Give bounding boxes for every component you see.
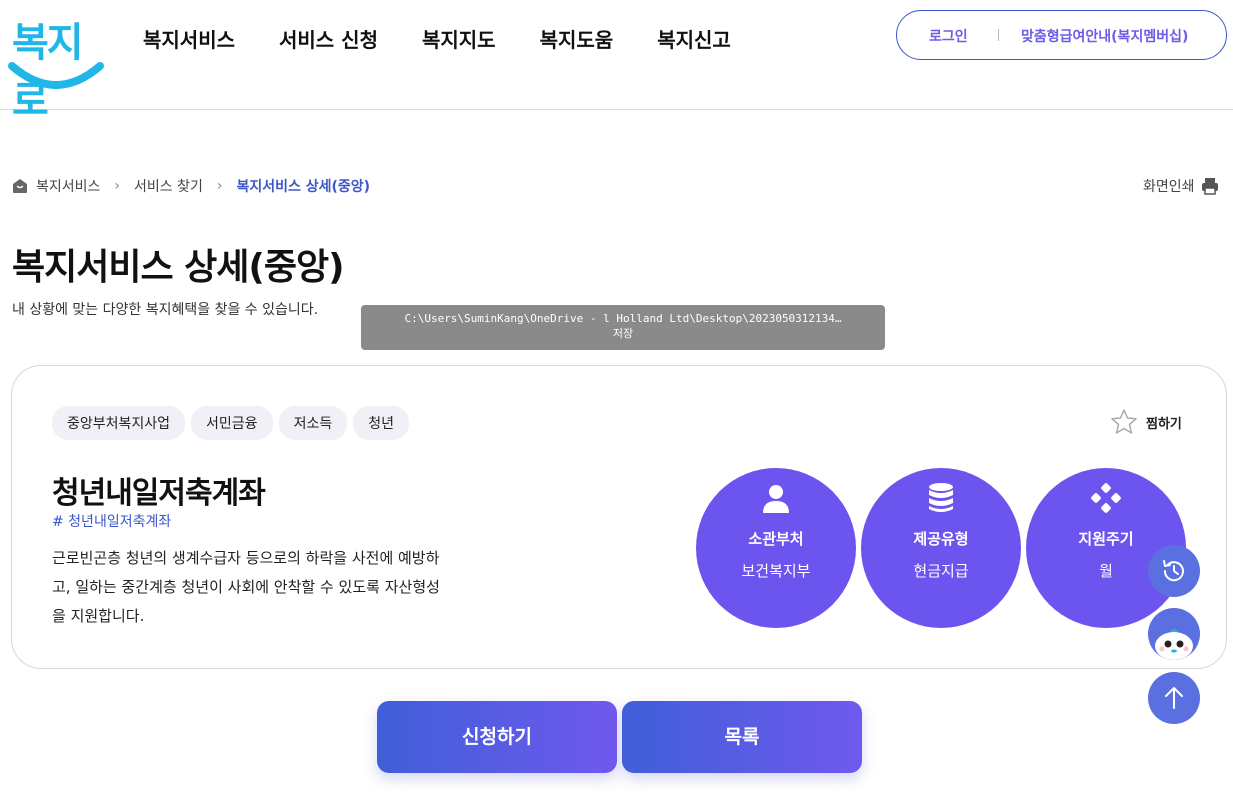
site-header: 복지로 복지서비스 서비스 신청 복지지도 복지도움 복지신고 로그인 맞춤형급…: [0, 0, 1233, 124]
page-description: 내 상황에 맞는 다양한 복지혜택을 찾을 수 있습니다.: [12, 302, 319, 318]
tooltip-path: C:\Users\SuminKang\OneDrive - l Holland …: [404, 312, 842, 325]
printer-icon: [1201, 178, 1218, 195]
tag[interactable]: 청년: [353, 406, 409, 440]
breadcrumb: 복지서비스 › 서비스 찾기 › 복지서비스 상세(중앙): [12, 176, 370, 196]
nav-welfare-report[interactable]: 복지신고: [657, 24, 731, 53]
tag[interactable]: 서민금융: [191, 406, 273, 440]
tag[interactable]: 저소득: [278, 406, 348, 440]
chatbot-mascot-icon: [1155, 629, 1193, 660]
logo-smile-icon: [8, 62, 104, 89]
service-card: 중앙부처복지사업 서민금융 저소득 청년 찜하기 청년내일저축계좌 # 청년내일…: [11, 365, 1227, 669]
chatbot-button[interactable]: [1148, 608, 1200, 660]
service-hashtag[interactable]: # 청년내일저축계좌: [52, 511, 171, 531]
main-nav: 복지서비스 서비스 신청 복지지도 복지도움 복지신고: [143, 24, 775, 53]
tag[interactable]: 중앙부처복지사업: [52, 406, 186, 440]
info-value: 현금지급: [913, 562, 969, 580]
breadcrumb-item[interactable]: 복지서비스: [36, 176, 100, 196]
tooltip-action: 저장: [612, 327, 634, 340]
tag-list: 중앙부처복지사업 서민금융 저소득 청년: [52, 406, 415, 440]
info-label: 소관부처: [748, 530, 804, 548]
nav-welfare-map[interactable]: 복지지도: [422, 24, 496, 53]
info-circle-department: 소관부처 보건복지부: [696, 468, 856, 628]
star-icon: [1111, 409, 1137, 434]
save-path-tooltip: C:\Users\SuminKang\OneDrive - l Holland …: [361, 305, 885, 350]
recent-history-button[interactable]: [1148, 545, 1200, 597]
print-label: 화면인쇄: [1143, 179, 1195, 195]
divider: [998, 29, 999, 41]
info-circle-type: 제공유형 현금지급: [861, 468, 1021, 628]
home-icon[interactable]: [12, 178, 28, 194]
info-label: 제공유형: [913, 530, 969, 548]
membership-button[interactable]: 맞춤형급여안내(복지멤버십): [1021, 26, 1188, 46]
breadcrumb-current: 복지서비스 상세(중앙): [236, 179, 371, 195]
info-label: 지원주기: [1078, 530, 1134, 548]
nav-welfare-help[interactable]: 복지도움: [540, 24, 614, 53]
nav-service-apply[interactable]: 서비스 신청: [279, 24, 378, 53]
service-description: 근로빈곤층 청년의 생계수급자 등으로의 하락을 사전에 예방하고, 일하는 중…: [52, 549, 440, 625]
chevron-right-icon: ›: [114, 178, 121, 194]
print-button[interactable]: 화면인쇄: [1143, 176, 1219, 196]
person-icon: [763, 485, 789, 513]
nav-welfare-service[interactable]: 복지서비스: [143, 24, 235, 53]
list-button[interactable]: 목록: [622, 701, 862, 773]
chevron-right-icon: ›: [216, 178, 223, 194]
info-value: 보건복지부: [741, 562, 811, 580]
breadcrumb-item[interactable]: 서비스 찾기: [134, 176, 203, 196]
cycle-icon: [1091, 483, 1121, 513]
coin-stack-icon: [929, 483, 953, 512]
page-title: 복지서비스 상세(중앙): [12, 247, 345, 288]
favorite-button[interactable]: 찜하기: [1110, 408, 1182, 436]
service-title: 청년내일저축계좌: [52, 476, 266, 511]
favorite-label: 찜하기: [1146, 416, 1182, 432]
member-box: 로그인 맞춤형급여안내(복지멤버십): [896, 10, 1227, 60]
arrow-up-icon: [1165, 687, 1183, 709]
history-icon: [1163, 560, 1184, 582]
scroll-top-button[interactable]: [1148, 672, 1200, 724]
site-logo[interactable]: 복지로: [8, 6, 104, 124]
login-button[interactable]: 로그인: [929, 26, 968, 46]
apply-button[interactable]: 신청하기: [377, 701, 617, 773]
